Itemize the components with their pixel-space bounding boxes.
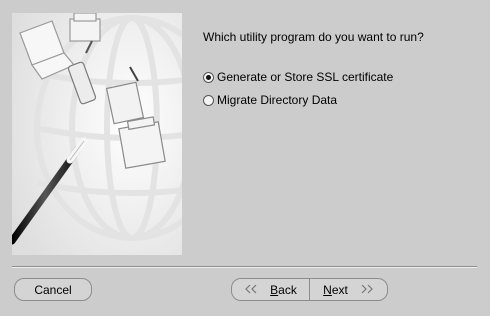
printer-icon <box>69 13 101 42</box>
back-button-label: Back <box>270 282 297 297</box>
footer-divider <box>12 266 477 268</box>
option-migrate-directory[interactable]: Migrate Directory Data <box>203 93 337 107</box>
back-button[interactable]: Back <box>231 278 310 301</box>
radio-migrate-directory[interactable] <box>203 94 214 106</box>
option-generate-ssl-label: Generate or Store SSL certificate <box>217 70 394 84</box>
double-chevron-right-icon <box>360 283 374 297</box>
option-generate-ssl[interactable]: Generate or Store SSL certificate <box>203 70 393 84</box>
cancel-button-label: Cancel <box>34 282 72 297</box>
radio-generate-ssl[interactable] <box>203 71 214 83</box>
next-button-label: Next <box>323 282 348 297</box>
option-migrate-directory-label: Migrate Directory Data <box>217 93 338 107</box>
next-button[interactable]: Next <box>309 278 388 301</box>
utility-question-label: Which utility program do you want to run… <box>203 30 424 44</box>
cancel-button[interactable]: Cancel <box>14 278 92 301</box>
wizard-illustration <box>12 13 182 255</box>
double-chevron-left-icon <box>244 283 258 297</box>
